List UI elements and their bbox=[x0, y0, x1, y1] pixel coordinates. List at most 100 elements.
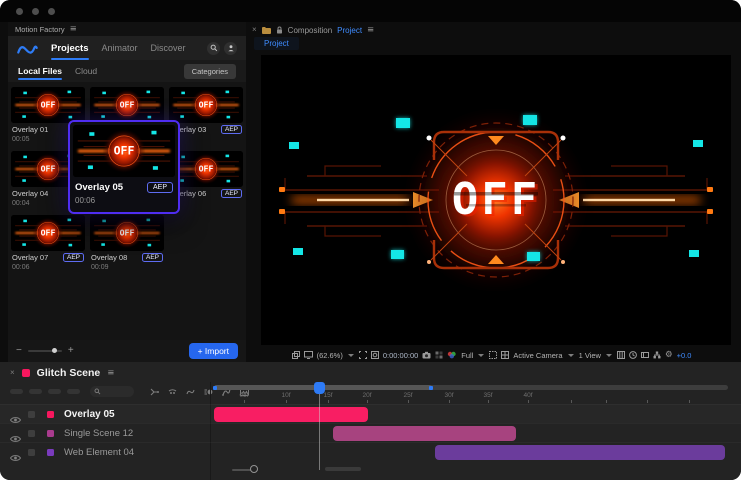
tab-active-underline bbox=[51, 57, 89, 60]
project-thumbnail bbox=[90, 215, 164, 251]
resolution-value[interactable]: Full bbox=[461, 351, 473, 360]
timeline-zoom-knob[interactable] bbox=[250, 465, 258, 473]
import-button[interactable]: + Import bbox=[188, 343, 238, 359]
layer-name[interactable]: Web Element 04 bbox=[64, 447, 134, 458]
project-card[interactable]: Overlay 08 AEP 00:09 bbox=[90, 215, 164, 272]
layer-name[interactable]: Overlay 05 bbox=[64, 409, 115, 420]
work-area-scrubber[interactable] bbox=[213, 385, 728, 390]
lock-icon bbox=[276, 26, 283, 34]
project-duration: 00:09 bbox=[91, 264, 109, 271]
view-layout-value[interactable]: 1 View bbox=[579, 351, 601, 360]
aep-badge: AEP bbox=[62, 253, 84, 262]
selected-project-duration: 00:06 bbox=[75, 196, 96, 205]
timeline-horizontal-scrollbar[interactable] bbox=[325, 467, 361, 471]
search-icon bbox=[210, 44, 217, 52]
camera-view-value[interactable]: Active Camera bbox=[513, 351, 562, 360]
ruler-label: 25f bbox=[403, 392, 413, 399]
composition-name: Project bbox=[337, 25, 363, 35]
close-icon[interactable]: × bbox=[252, 26, 257, 34]
layer-duration-bar[interactable] bbox=[214, 407, 368, 422]
zoom-in-button[interactable]: + bbox=[68, 346, 74, 356]
slider-knob[interactable] bbox=[51, 348, 57, 353]
chevron-down-icon[interactable] bbox=[605, 353, 612, 357]
tab-discover[interactable]: Discover bbox=[151, 43, 186, 53]
composition-viewer[interactable]: OFF OFF bbox=[261, 55, 731, 345]
layer-row[interactable]: Web Element 04 bbox=[0, 442, 741, 461]
region-icon[interactable] bbox=[489, 351, 498, 359]
zoom-out-button[interactable]: − bbox=[16, 346, 22, 356]
subtab-cloud[interactable]: Cloud bbox=[75, 66, 97, 76]
roi-icon[interactable] bbox=[358, 351, 367, 359]
layer-row[interactable]: Overlay 05 bbox=[0, 404, 741, 423]
solo-toggle[interactable] bbox=[28, 449, 35, 456]
app-window: Motion Factory ≡ Projects Animator Disco… bbox=[0, 0, 741, 480]
project-thumbnail bbox=[90, 87, 164, 123]
close-icon[interactable]: × bbox=[10, 369, 15, 377]
grid-guides-icon[interactable] bbox=[616, 351, 625, 359]
mask-icon[interactable] bbox=[370, 351, 379, 359]
monitor-icon[interactable] bbox=[303, 351, 313, 359]
thumbnail-size-slider[interactable] bbox=[27, 348, 62, 353]
show-snapshot-icon[interactable] bbox=[435, 351, 443, 359]
project-thumbnail bbox=[11, 87, 85, 123]
aep-badge: AEP bbox=[141, 253, 163, 262]
layer-color-chip[interactable] bbox=[47, 449, 54, 456]
channels-icon[interactable] bbox=[447, 351, 457, 359]
layer-color-chip[interactable] bbox=[47, 411, 54, 418]
project-card[interactable]: Overlay 06 AEP bbox=[169, 151, 243, 208]
window-minimize-dot[interactable] bbox=[32, 7, 39, 15]
magnification-value[interactable]: (62.6%) bbox=[317, 351, 343, 360]
layers-icon[interactable] bbox=[291, 351, 300, 359]
playhead-handle[interactable] bbox=[314, 382, 325, 394]
layer-name[interactable]: Single Scene 12 bbox=[64, 428, 133, 439]
window-close-dot[interactable] bbox=[16, 7, 23, 15]
timecode[interactable]: 0:00:00:00 bbox=[383, 351, 418, 360]
ruler-label: 10f bbox=[281, 392, 291, 399]
transparency-grid-icon[interactable] bbox=[501, 351, 510, 359]
timeline-preview-icon[interactable] bbox=[629, 351, 637, 359]
project-duration: 00:06 bbox=[12, 264, 30, 271]
flowchart-icon[interactable] bbox=[653, 351, 661, 359]
selected-project-thumbnail bbox=[73, 125, 175, 177]
project-card[interactable]: Overlay 07 AEP 00:06 bbox=[11, 215, 85, 272]
comp-color-chip bbox=[21, 369, 30, 377]
selected-project-card[interactable]: Overlay 05 AEP 00:06 bbox=[68, 120, 180, 214]
panel-menu-icon[interactable]: ≡ bbox=[367, 25, 374, 35]
panel-menu-icon[interactable]: ≡ bbox=[107, 368, 114, 378]
tab-animator[interactable]: Animator bbox=[102, 43, 138, 53]
pixel-aspect-icon[interactable] bbox=[640, 351, 649, 359]
composition-panel: × Composition Project ≡ Project OFF OFF … bbox=[250, 22, 733, 362]
panel-label: Composition bbox=[287, 25, 333, 35]
layer-duration-bar[interactable] bbox=[435, 445, 725, 460]
solo-toggle[interactable] bbox=[28, 411, 35, 418]
panel-title: Motion Factory bbox=[15, 24, 65, 34]
categories-button[interactable]: Categories bbox=[183, 63, 236, 79]
account-button[interactable] bbox=[224, 41, 237, 55]
panel-menu-icon[interactable]: ≡ bbox=[70, 24, 77, 34]
project-duration bbox=[170, 200, 242, 208]
project-card[interactable]: Overlay 03 AEP bbox=[169, 87, 243, 144]
layer-row[interactable]: Single Scene 12 bbox=[0, 423, 741, 442]
time-ruler[interactable]: 05f 10f 15f 20f 25f 30f 35f 40f bbox=[0, 392, 741, 404]
chevron-down-icon[interactable] bbox=[478, 353, 485, 357]
visibility-eye-icon[interactable] bbox=[9, 449, 22, 467]
solo-toggle[interactable] bbox=[28, 430, 35, 437]
tab-projects[interactable]: Projects bbox=[51, 43, 89, 60]
composition-tab[interactable]: Project bbox=[254, 37, 299, 50]
aep-badge[interactable]: AEP bbox=[146, 182, 173, 193]
chevron-down-icon[interactable] bbox=[347, 353, 354, 357]
window-maximize-dot[interactable] bbox=[48, 7, 55, 15]
layer-color-chip[interactable] bbox=[47, 430, 54, 437]
exposure-value[interactable]: +0.0 bbox=[677, 351, 692, 360]
chevron-down-icon[interactable] bbox=[567, 353, 574, 357]
gear-icon[interactable]: ⚙ bbox=[665, 350, 673, 360]
search-button[interactable] bbox=[207, 41, 220, 55]
work-area-start-handle[interactable] bbox=[213, 385, 217, 390]
snapshot-camera-icon[interactable] bbox=[422, 351, 431, 359]
composition-panel-header: × Composition Project ≡ bbox=[252, 25, 374, 35]
layer-duration-bar[interactable] bbox=[333, 426, 516, 441]
work-area-end-handle[interactable] bbox=[429, 385, 433, 390]
project-name: Overlay 04 bbox=[12, 189, 49, 198]
ruler-label: 20f bbox=[362, 392, 372, 399]
subtab-local-files[interactable]: Local Files bbox=[18, 66, 62, 80]
